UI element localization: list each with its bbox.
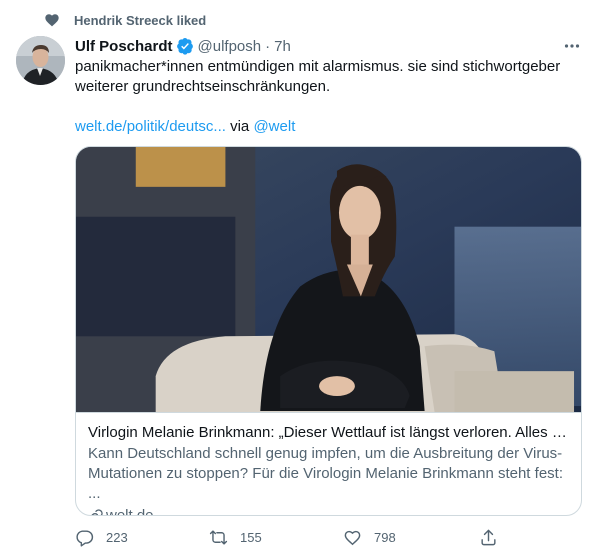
reply-count: 223 [106,529,128,545]
reply-icon [76,529,94,547]
heart-icon [44,12,60,28]
link-icon [88,508,104,515]
tweet-timestamp[interactable]: 7h [274,38,291,55]
more-options-icon[interactable] [562,36,582,56]
card-domain-text: welt.de [106,507,154,516]
link-preview-card[interactable]: Virlogin Melanie Brinkmann: „Dieser Wett… [75,146,582,516]
like-icon [344,530,361,545]
social-context: Hendrik Streeck liked [44,10,206,30]
share-button[interactable] [479,528,510,547]
card-domain: welt.de [88,506,569,516]
via-label: via [230,118,250,135]
author-name[interactable]: Ulf Poschardt [75,38,173,55]
tweet-link-line: welt.de/politik/deutsc... via @welt [75,117,295,137]
card-description-line: Mutationen zu stoppen? Für die Virologin… [88,465,563,502]
tweet-text-line: panikmacher*innen entmündigen mit alarmi… [75,58,561,75]
like-count: 798 [374,529,396,545]
card-image [76,147,581,413]
via-handle-link[interactable]: @welt [253,118,295,135]
separator-dot: · [265,37,271,55]
tweet-text-line: weiterer grundrechtseinschränkungen. [75,78,331,95]
card-description: Kann Deutschland schnell genug impfen, u… [88,444,569,504]
card-title: Virlogin Melanie Brinkmann: „Dieser Wett… [88,424,569,441]
verified-badge-icon [176,37,194,55]
retweet-count: 155 [240,529,262,545]
like-button[interactable]: 798 [343,528,396,547]
avatar[interactable] [16,36,65,85]
retweet-icon [209,529,228,545]
tweet-actions: 223 155 798 [75,526,505,548]
author-handle[interactable]: @ulfposh [198,38,262,55]
tweet-text: panikmacher*innen entmündigen mit alarmi… [75,57,575,97]
tweet-header: Ulf Poschardt @ulfposh · 7h [75,36,582,56]
share-icon [481,529,496,545]
reply-button[interactable]: 223 [75,528,128,547]
liked-by-text[interactable]: Hendrik Streeck liked [74,13,206,28]
retweet-button[interactable]: 155 [209,528,262,547]
card-description-line: Kann Deutschland schnell genug impfen, u… [88,445,563,462]
article-link[interactable]: welt.de/politik/deutsc... [75,118,226,135]
